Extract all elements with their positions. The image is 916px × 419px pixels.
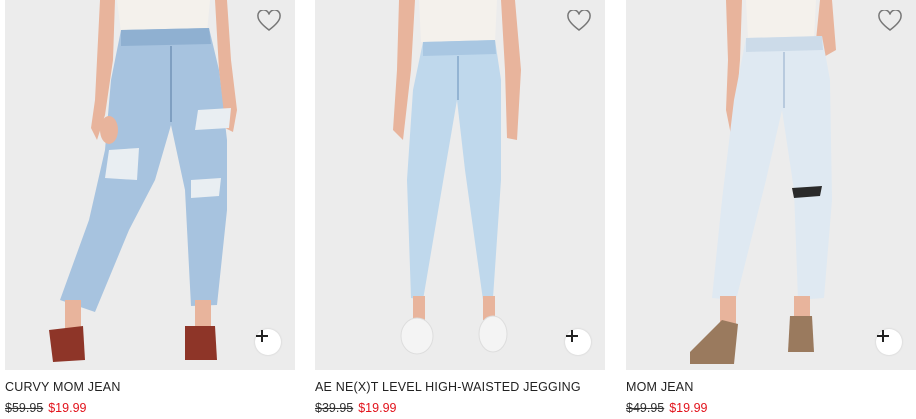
original-price: $49.95 bbox=[626, 401, 665, 415]
heart-outline-icon[interactable] bbox=[567, 10, 591, 32]
product-title[interactable]: MOM JEAN bbox=[626, 380, 694, 394]
jeans-photo bbox=[626, 0, 916, 370]
product-title[interactable]: CURVY MOM JEAN bbox=[5, 380, 121, 394]
jeans-photo bbox=[5, 0, 295, 370]
plus-icon[interactable] bbox=[255, 329, 281, 355]
sale-price: $19.99 bbox=[669, 401, 708, 415]
product-title[interactable]: AE NE(X)T LEVEL HIGH-WAISTED JEGGING bbox=[315, 380, 581, 394]
product-image[interactable] bbox=[626, 0, 916, 370]
plus-icon[interactable] bbox=[876, 329, 902, 355]
original-price: $39.95 bbox=[315, 401, 354, 415]
product-card-next-level-jegging[interactable]: AE NE(X)T LEVEL HIGH-WAISTED JEGGING $39… bbox=[315, 0, 605, 419]
sale-price: $19.99 bbox=[48, 401, 87, 415]
jeans-photo bbox=[315, 0, 605, 370]
plus-icon[interactable] bbox=[565, 329, 591, 355]
price-row: $49.95 $19.99 bbox=[626, 401, 707, 415]
product-image[interactable] bbox=[315, 0, 605, 370]
product-card-curvy-mom-jean[interactable]: CURVY MOM JEAN $59.95 $19.99 bbox=[5, 0, 295, 419]
product-card-mom-jean[interactable]: MOM JEAN $49.95 $19.99 bbox=[626, 0, 916, 419]
price-row: $39.95 $19.99 bbox=[315, 401, 396, 415]
heart-outline-icon[interactable] bbox=[257, 10, 281, 32]
sale-price: $19.99 bbox=[358, 401, 397, 415]
price-row: $59.95 $19.99 bbox=[5, 401, 86, 415]
original-price: $59.95 bbox=[5, 401, 44, 415]
product-grid: CURVY MOM JEAN $59.95 $19.99 AE NE(X)T L… bbox=[0, 0, 916, 419]
product-image[interactable] bbox=[5, 0, 295, 370]
heart-outline-icon[interactable] bbox=[878, 10, 902, 32]
